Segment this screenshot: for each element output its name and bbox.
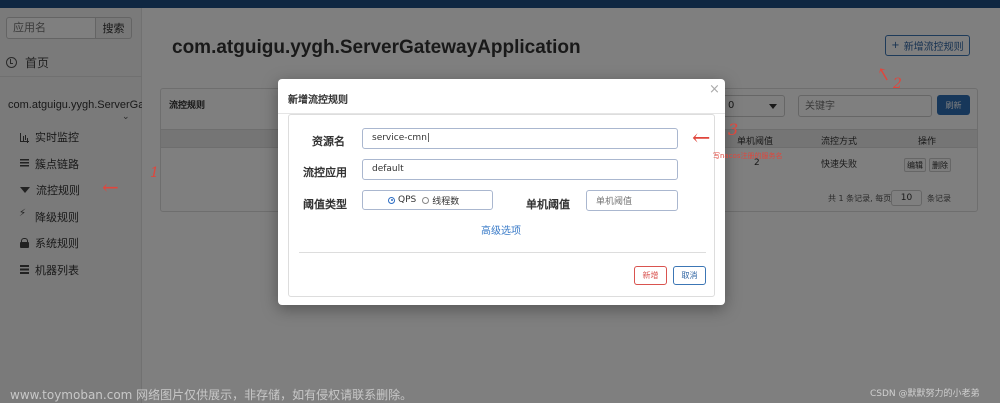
flow-app-value: default — [372, 164, 404, 174]
threshold-type-radio-group: QPS 线程数 — [362, 190, 493, 210]
add-button[interactable]: 新增 — [634, 266, 667, 285]
annotation-number-3: 3 — [728, 120, 739, 139]
radio-qps[interactable]: QPS — [388, 195, 416, 205]
annotation-note: 写nacos注册的服务名 — [713, 152, 783, 160]
radio-checked-icon — [388, 196, 395, 204]
single-threshold-input[interactable] — [586, 190, 678, 211]
close-icon[interactable]: × — [709, 82, 720, 97]
radio-unchecked-icon — [422, 196, 430, 204]
radio-label: QPS — [398, 195, 417, 205]
annotation-arrow-1: ← — [102, 175, 119, 199]
resource-name-value: service-cmn — [372, 133, 427, 143]
flow-app-label: 流控应用 — [303, 166, 347, 179]
form-divider — [299, 252, 706, 253]
dialog-title: 新增流控规则 — [288, 95, 348, 106]
watermark-text: www.toymoban.com 网络图片仅供展示，非存储，如有侵权请联系删除。 — [10, 388, 413, 402]
advanced-options-link[interactable]: 高级选项 — [481, 222, 521, 237]
rule-form: 资源名 service-cmn| 流控应用 default 阈值类型 QPS 线… — [288, 114, 715, 297]
annotation-number-1: 1 — [150, 165, 159, 181]
annotation-arrow-3: ← — [692, 126, 711, 151]
flow-app-input[interactable]: default — [362, 159, 678, 180]
add-flow-rule-dialog: 新增流控规则 × 资源名 service-cmn| 流控应用 default 阈… — [278, 79, 725, 305]
radio-label: 线程数 — [432, 196, 460, 207]
dialog-header: 新增流控规则 × — [278, 79, 725, 114]
annotation-number-2: 2 — [893, 76, 902, 92]
single-threshold-label: 单机阈值 — [526, 198, 570, 211]
cancel-button[interactable]: 取消 — [673, 266, 706, 285]
radio-threads[interactable]: 线程数 — [422, 194, 459, 207]
resource-name-input[interactable]: service-cmn| — [362, 128, 678, 149]
csdn-credit: CSDN @默默努力的小老弟 — [870, 389, 980, 399]
resource-name-label: 资源名 — [312, 135, 345, 148]
text-cursor: | — [426, 133, 430, 143]
threshold-type-label: 阈值类型 — [303, 198, 347, 211]
